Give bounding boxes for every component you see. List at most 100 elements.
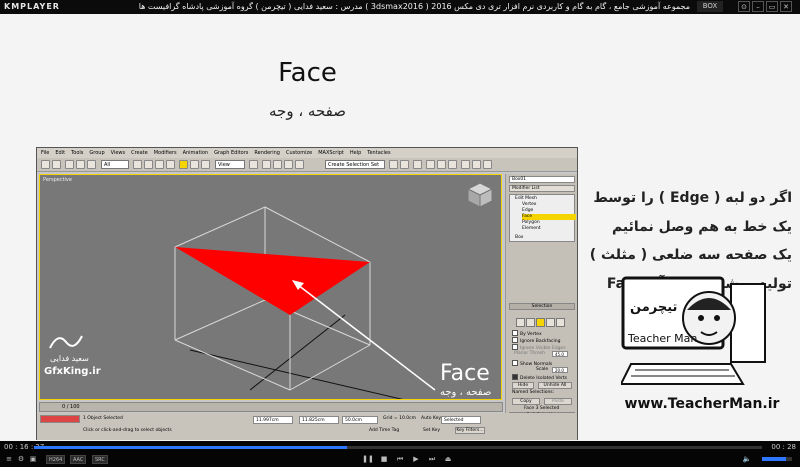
close-icon[interactable]: ✕ [780, 1, 792, 12]
coord-z: 50.0cm [342, 416, 378, 424]
description-line: یک صفحه سه ضلعی ( مثلث ) [589, 247, 792, 263]
mirror-icon [389, 160, 398, 169]
pin-icon[interactable]: ⊙ [738, 1, 750, 12]
volume-slider[interactable] [762, 457, 792, 461]
selected-face [175, 247, 370, 315]
menu-rendering: Rendering [254, 150, 280, 156]
author-name: سعید فدایی [50, 354, 89, 363]
set-key: Set Key [423, 428, 440, 433]
seek-progress [34, 446, 348, 449]
menu-tentacles: Tentacles [367, 150, 391, 156]
schematic-icon [437, 160, 446, 169]
auto-key: Auto Key [421, 416, 442, 421]
menu-tools: Tools [71, 150, 84, 156]
menu-maxscript: MAXScript [318, 150, 344, 156]
codec-badge[interactable]: H264 [46, 455, 66, 464]
render-icon [483, 160, 492, 169]
unhide-all-button: Unhide All [538, 382, 572, 389]
render-setup-icon [461, 160, 470, 169]
element-icon [556, 318, 565, 327]
reference-coord-select: View [215, 160, 245, 169]
edge-icon [526, 318, 535, 327]
hide-button: Hide [512, 382, 534, 389]
link-icon [65, 160, 74, 169]
total-time: 00 : 28 [771, 443, 796, 451]
coord-x: 11.997cm [253, 416, 293, 424]
3d-icon[interactable]: ▣ [28, 455, 38, 464]
face-icon [536, 318, 545, 327]
menu-views: Views [110, 150, 126, 156]
video-title: مجموعه آموزشی جامع ، گام به گام و کاربرد… [138, 2, 690, 11]
maximize-icon[interactable]: ▭ [766, 1, 778, 12]
spinner-snap-icon [295, 160, 304, 169]
player-controls: 00 : 16 : 27 00 : 28 ≡ ⚙ ▣ H264 AAC SRC … [0, 441, 800, 467]
menu-help: Help [349, 150, 362, 156]
layer-icon [413, 160, 422, 169]
menu-icon[interactable]: ≡ [4, 455, 14, 464]
delete-isolated-checkbox: Delete Isolated Verts [512, 374, 567, 382]
seek-bar[interactable] [34, 446, 762, 449]
next-icon[interactable]: ⏭ [426, 455, 438, 464]
max-main-toolbar: All View Create Selection Set [37, 158, 577, 172]
perspective-viewport: Perspective Face صفحه ، وجه [39, 174, 502, 400]
teacher-name: Teacher Man [628, 332, 698, 345]
copy-button: Copy [512, 398, 540, 405]
menu-customize: Customize [285, 150, 313, 156]
stop-icon[interactable]: ■ [378, 455, 390, 464]
time-range: 0 / 100 [62, 404, 80, 410]
command-panel: Box01 Modifier List Edit Mesh Vertex Edg… [505, 174, 577, 418]
region-icon [155, 160, 164, 169]
minimize-icon[interactable]: – [752, 1, 764, 12]
percent-snap-icon [284, 160, 293, 169]
render-frame-icon [472, 160, 481, 169]
unlink-icon [76, 160, 85, 169]
grid-line [189, 349, 403, 399]
menu-edit: Edit [55, 150, 66, 156]
face-selected-label: Face 3 Selected [524, 406, 560, 411]
annotation-label: Face [440, 361, 490, 386]
grid-size: Grid = 10.0cm [383, 416, 416, 421]
player-logo[interactable]: KMPLAYER [4, 2, 60, 11]
speaker-icon[interactable]: 🔈 [740, 455, 754, 464]
description-line: یک خط به هم وصل نمائیم [611, 218, 792, 235]
menu-group: Group [89, 150, 105, 156]
material-editor-icon [448, 160, 457, 169]
eject-icon[interactable]: ⏏ [442, 455, 454, 464]
teacherman-website: www.TeacherMan.ir [624, 396, 780, 412]
modifier-list-dropdown: Modifier List [509, 185, 575, 192]
signature-logo-icon [49, 335, 83, 349]
teacher-logo-text: تیچرمن [630, 300, 678, 315]
curve-editor-icon [426, 160, 435, 169]
video-frame[interactable]: Face صفحه ، وجه File Edit Tools Group Vi… [0, 14, 800, 441]
settings-icon[interactable]: ⚙ [16, 455, 26, 464]
status-objects: 1 Object Selected [83, 416, 123, 421]
pause-icon[interactable]: ❚❚ [362, 455, 374, 464]
player-title-bar[interactable]: KMPLAYER مجموعه آموزشی جامع ، گام به گام… [0, 0, 800, 14]
box-button[interactable]: BOX [697, 1, 723, 12]
paste-button: Paste [544, 398, 572, 405]
stack-item-box: Box [515, 235, 524, 240]
max-menu-bar: File Edit Tools Group Views Create Modif… [37, 148, 577, 158]
align-icon [400, 160, 409, 169]
planar-thresh-value: 45.0 [552, 351, 568, 357]
key-mode-select: Selected [441, 416, 481, 424]
status-hint: Click or click-and-drag to select object… [83, 428, 172, 433]
max-screenshot: File Edit Tools Group Views Create Modif… [36, 147, 578, 440]
control-buttons: ≡ ⚙ ▣ H264 AAC SRC ❚❚ ■ ⏮ ▶ ⏭ ⏏ 🔈 [0, 453, 800, 467]
menu-create: Create [131, 150, 148, 156]
audio-badge[interactable]: AAC [70, 455, 87, 464]
pivot-icon [249, 160, 258, 169]
viewport-scene [174, 182, 494, 399]
object-name-field: Box01 [509, 176, 575, 183]
previous-icon[interactable]: ⏮ [394, 455, 406, 464]
stack-item-element: Element [522, 226, 541, 231]
time-slider: 0 / 100 [39, 402, 503, 412]
undo-icon [41, 160, 50, 169]
source-badge[interactable]: SRC [92, 455, 108, 464]
slide-title: Face [278, 58, 337, 88]
play-icon[interactable]: ▶ [410, 455, 422, 464]
coord-y: 11.825cm [299, 416, 339, 424]
named-selections-label: Named Selections: [512, 390, 555, 395]
menu-modifiers: Modifiers [153, 150, 177, 156]
key-filters-button: Key Filters... [455, 427, 485, 434]
